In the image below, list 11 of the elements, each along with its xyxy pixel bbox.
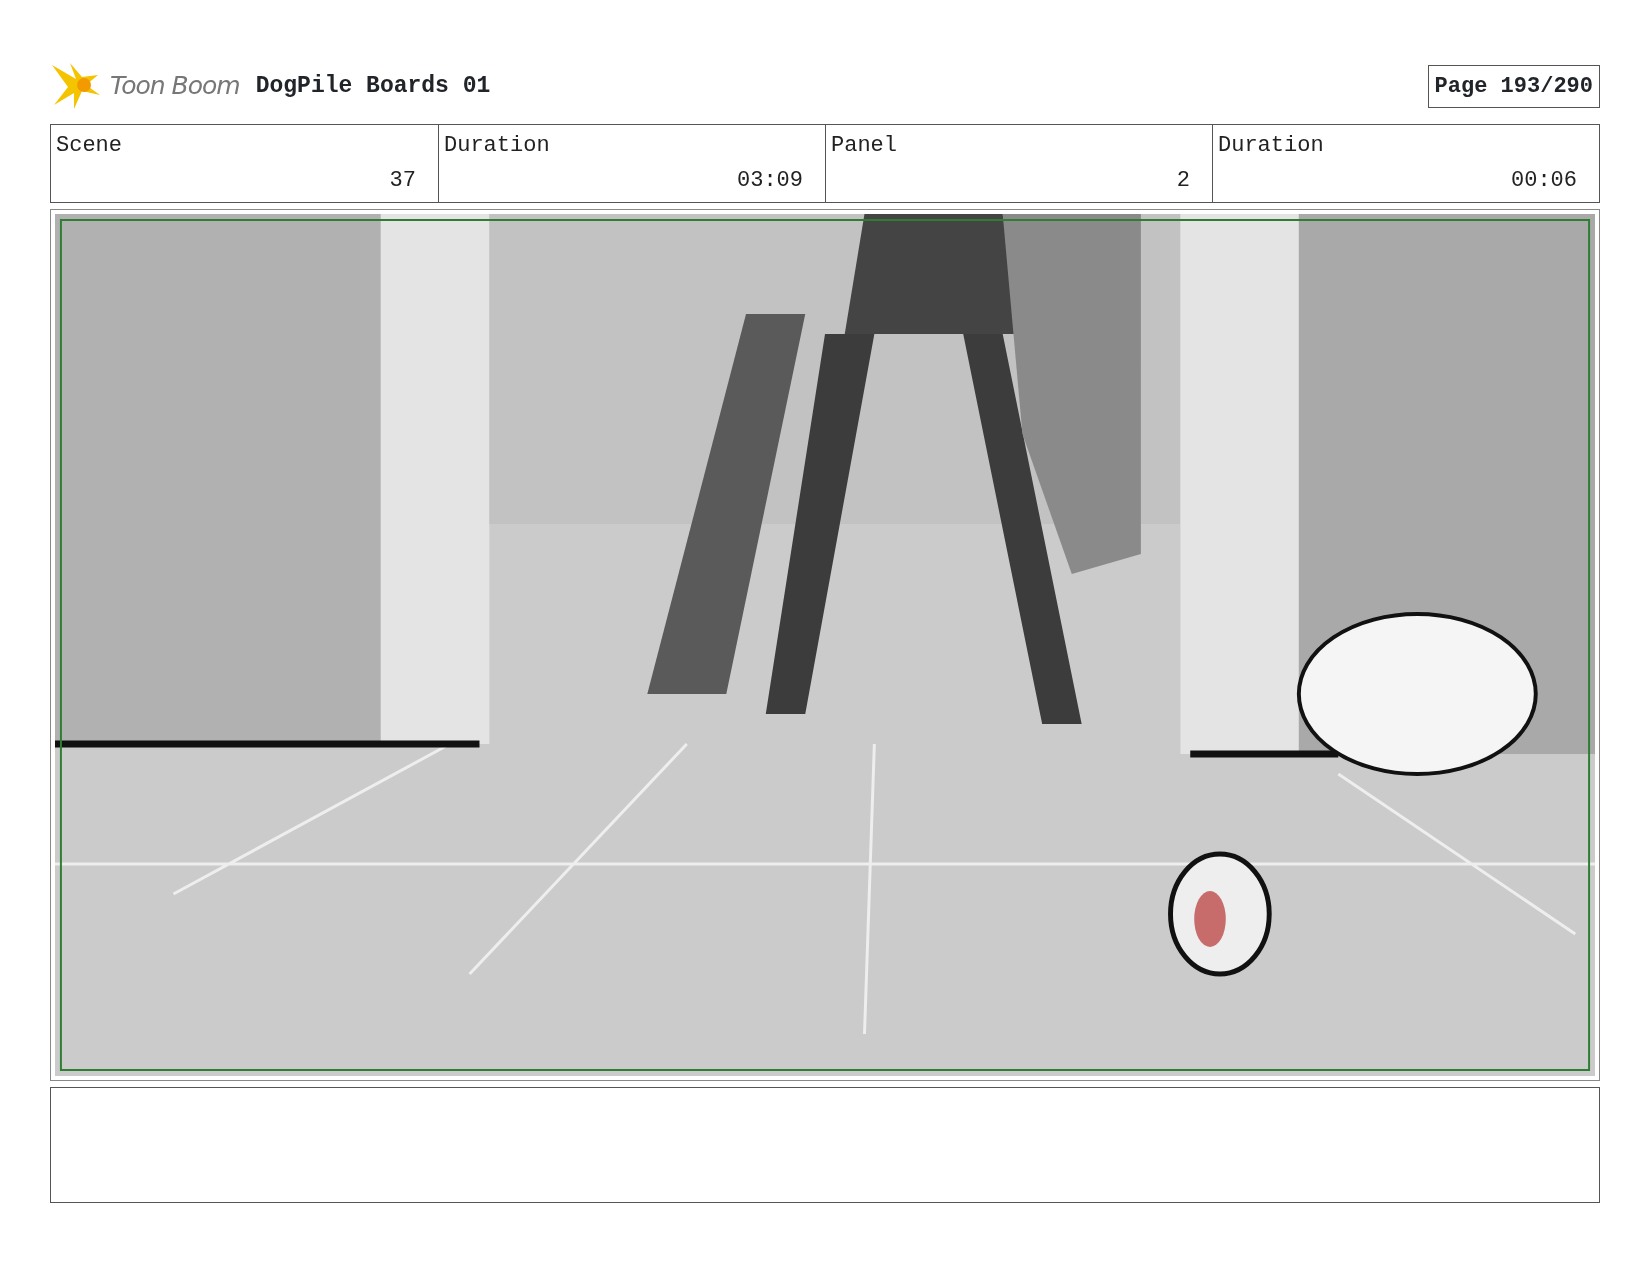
page-number: Page 193/290 xyxy=(1427,64,1600,108)
field-value: 37 xyxy=(389,167,416,195)
field-value: 03:09 xyxy=(737,167,803,195)
field-label: Duration xyxy=(444,132,551,160)
logo-text: Toon Boom xyxy=(110,70,240,103)
field-label: Panel xyxy=(831,132,898,160)
field-label: Scene xyxy=(56,132,123,160)
field-value: 2 xyxy=(1176,167,1190,195)
field-label: Duration xyxy=(1218,132,1325,160)
field-value: 00:06 xyxy=(1511,167,1577,195)
board-title: DogPile Boards 01 xyxy=(255,71,491,101)
